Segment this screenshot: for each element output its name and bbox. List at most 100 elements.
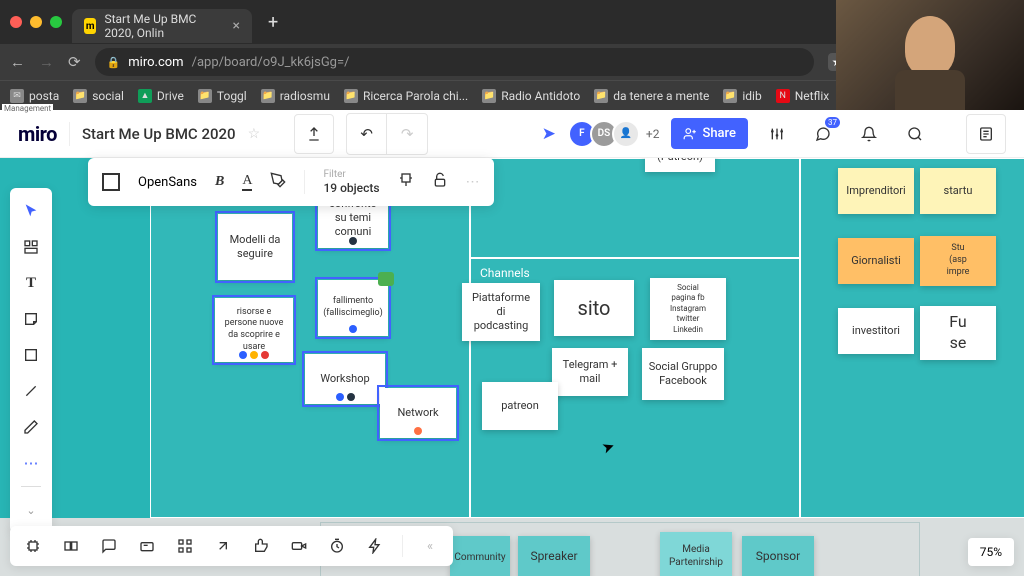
new-tab-button[interactable]: + (262, 12, 284, 33)
bell-icon[interactable] (852, 117, 886, 151)
bookmark-item[interactable]: 📁radiosmu (261, 89, 330, 103)
comment-icon[interactable] (94, 531, 124, 561)
note-startup[interactable]: startu (920, 168, 996, 214)
close-window-icon[interactable] (10, 16, 22, 28)
bookmark-item[interactable]: 📁Radio Antidoto (482, 89, 580, 103)
card-icon[interactable] (132, 531, 162, 561)
note-patreon-top[interactable]: (Patreon) (645, 158, 715, 172)
bookmark-item[interactable]: NNetflix (776, 89, 830, 103)
video-icon[interactable] (284, 531, 314, 561)
lock-icon: 🔒 (107, 56, 121, 69)
notes-panel-button[interactable] (966, 114, 1006, 154)
note-imprenditori[interactable]: Imprenditori (838, 168, 914, 214)
bookmark-item[interactable]: ✉posta (10, 89, 59, 103)
sticky-tool[interactable] (14, 302, 48, 336)
close-tab-icon[interactable]: × (233, 18, 240, 34)
note-community[interactable]: Community (450, 536, 510, 576)
webcam-overlay (836, 0, 1024, 110)
tab-title: Start Me Up BMC 2020, Onlin (104, 12, 224, 40)
left-toolbar: T ⋯ ⌄ (10, 188, 52, 533)
url-path: /app/board/o9J_kk6jsGg=/ (192, 55, 350, 70)
highlight-icon[interactable] (270, 172, 286, 192)
settings-icon[interactable] (760, 117, 794, 151)
bolt-icon[interactable] (360, 531, 390, 561)
board-title[interactable]: Start Me Up BMC 2020 (82, 125, 236, 143)
comments-icon[interactable]: 37 (806, 117, 840, 151)
note-piattaforme[interactable]: Piattaforme di podcasting (462, 283, 540, 341)
note-studenti[interactable]: Stu (asp impre (920, 236, 996, 286)
filter-label[interactable]: Filter 19 objects (323, 169, 379, 195)
undo-button[interactable]: ↶ (347, 114, 387, 154)
bookmark-item[interactable]: 📁Ricerca Parola chi... (344, 89, 468, 103)
redo-button[interactable]: ↷ (387, 114, 427, 154)
presence-avatars[interactable]: F DS 👤 +2 (574, 120, 660, 148)
fill-color-icon[interactable] (102, 173, 120, 191)
pen-tool[interactable] (14, 410, 48, 444)
grid-icon[interactable] (170, 531, 200, 561)
note-risorse[interactable]: risorse e persone nuove da scoprire e us… (215, 298, 293, 362)
more-icon[interactable]: ⋯ (466, 174, 480, 190)
collapse-icon[interactable]: « (415, 531, 445, 561)
comment-count: 37 (825, 117, 840, 128)
address-bar[interactable]: 🔒 miro.com/app/board/o9J_kk6jsGg=/ (95, 48, 814, 76)
lock-icon[interactable] (432, 172, 448, 192)
back-button[interactable]: ← (10, 53, 25, 71)
note-sponsor[interactable]: Sponsor (742, 536, 814, 576)
url-host: miro.com (128, 55, 183, 70)
browser-tab[interactable]: m Start Me Up BMC 2020, Onlin × (72, 9, 252, 43)
miro-canvas[interactable]: Channels Revenue streams (Patreon) Model… (0, 158, 1024, 576)
frame-icon[interactable] (18, 531, 48, 561)
zoom-level[interactable]: 75% (968, 538, 1014, 566)
bottom-toolbar: « (10, 526, 453, 566)
timer-icon[interactable] (322, 531, 352, 561)
channels-section-label: Channels (480, 266, 530, 280)
minimize-window-icon[interactable] (30, 16, 42, 28)
note-fallimento[interactable]: fallimento (falliscimeglio) (318, 280, 388, 336)
share-icon[interactable] (208, 531, 238, 561)
note-modelli[interactable]: Modelli da seguire (218, 214, 292, 280)
pin-icon[interactable] (398, 172, 414, 192)
bold-icon[interactable]: B (215, 174, 224, 190)
forward-button[interactable]: → (39, 53, 54, 71)
line-tool[interactable] (14, 374, 48, 408)
bookmark-item[interactable]: 📁Toggl (198, 89, 247, 103)
note-network[interactable]: Network (380, 388, 456, 438)
note-social-fb[interactable]: Social Gruppo Facebook (642, 348, 724, 400)
miro-favicon-icon: m (84, 18, 96, 34)
note-giornalisti[interactable]: Giornalisti (838, 238, 914, 284)
note-investitori[interactable]: investitori (838, 308, 914, 354)
bookmark-item[interactable]: ▲Drive (138, 89, 184, 103)
bookmark-item[interactable]: 📁social (73, 89, 124, 103)
thumbsup-icon[interactable] (246, 531, 276, 561)
star-icon[interactable]: ☆ (248, 126, 261, 142)
small-label: Management (2, 104, 53, 113)
note-social-multi[interactable]: Social pagina fb Instagram twitter Linke… (650, 278, 726, 340)
note-workshop[interactable]: Workshop (305, 354, 385, 404)
chevron-down-icon[interactable]: ⌄ (14, 493, 48, 527)
note-telegram[interactable]: Telegram + mail (552, 348, 628, 396)
export-button[interactable] (294, 114, 334, 154)
note-media[interactable]: Media Partenirship (660, 532, 732, 576)
text-color-icon[interactable]: A (242, 173, 252, 191)
select-tool[interactable] (14, 194, 48, 228)
reload-button[interactable]: ⟳ (68, 53, 81, 71)
search-icon[interactable] (898, 117, 932, 151)
share-button[interactable]: Share (671, 118, 748, 149)
bookmark-item[interactable]: 📁idib (723, 89, 761, 103)
more-users[interactable]: +2 (646, 127, 660, 141)
more-tools[interactable]: ⋯ (14, 446, 48, 480)
selection-toolbar: OpenSans B A Filter 19 objects ⋯ (88, 158, 494, 206)
note-spreaker[interactable]: Spreaker (518, 536, 590, 576)
maximize-window-icon[interactable] (50, 16, 62, 28)
templates-tool[interactable] (14, 230, 48, 264)
font-family-select[interactable]: OpenSans (138, 175, 197, 190)
note-fuori[interactable]: Fu se (920, 306, 996, 360)
cursor-icon[interactable]: ➤ (542, 124, 556, 144)
bookmark-item[interactable]: 📁da tenere a mente (594, 89, 709, 103)
shape-tool[interactable] (14, 338, 48, 372)
miro-logo[interactable]: miro (18, 122, 57, 146)
note-sito[interactable]: sito (554, 280, 634, 336)
frames-list-icon[interactable] (56, 531, 86, 561)
note-patreon2[interactable]: patreon (482, 382, 558, 430)
text-tool[interactable]: T (14, 266, 48, 300)
